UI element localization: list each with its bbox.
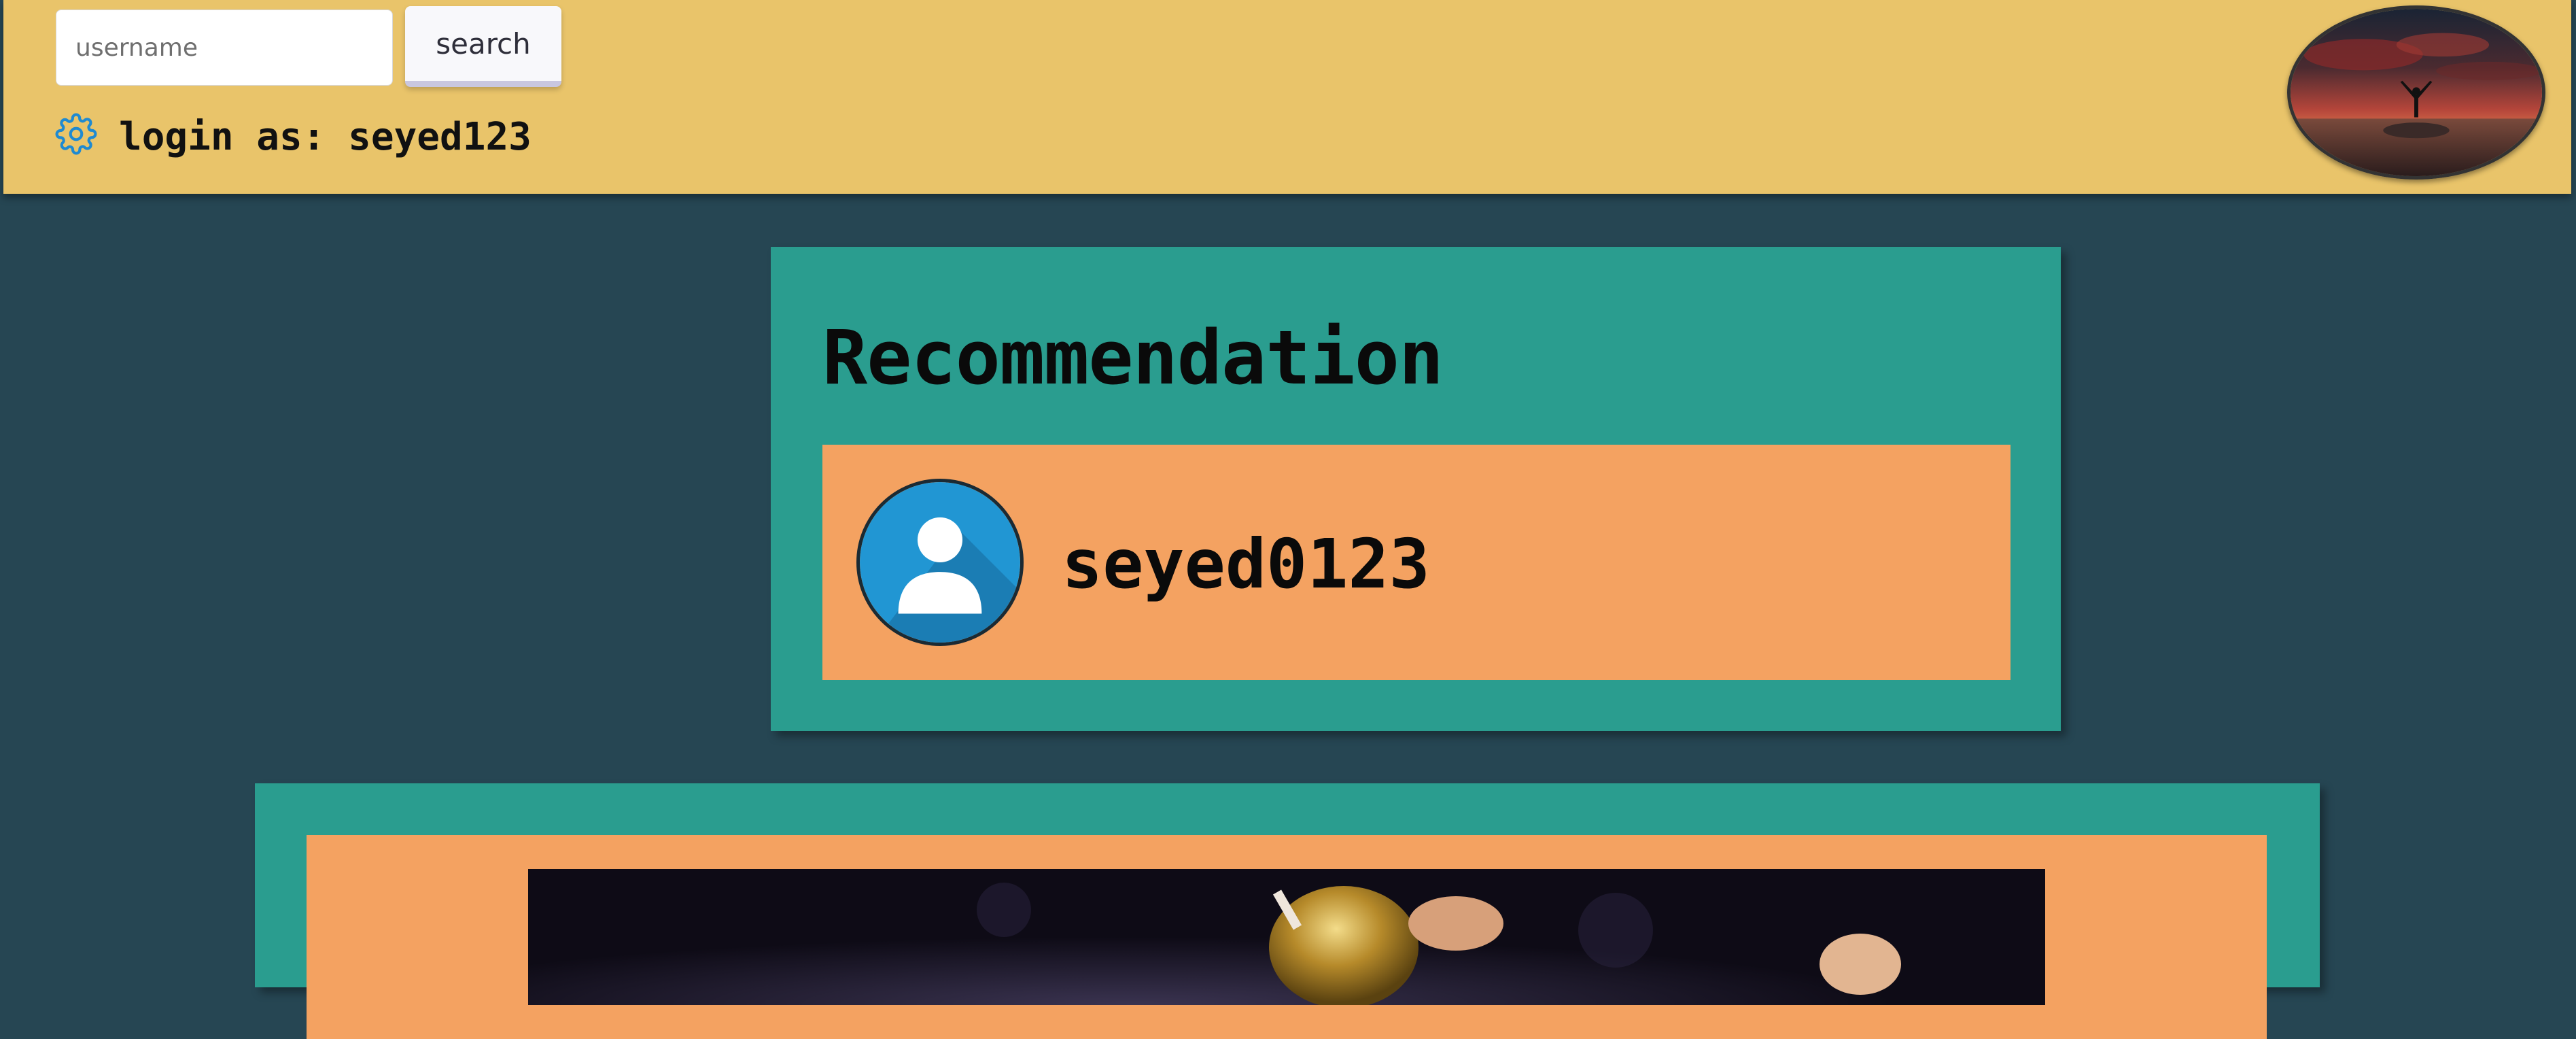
top-header: search login as: seyed123 [3,0,2571,194]
recommendation-card: Recommendation seyed0123 [771,247,2061,731]
search-input[interactable] [56,10,393,86]
profile-image[interactable] [2287,5,2545,180]
post-content [307,835,2267,1039]
post-card [255,783,2320,1039]
post-image[interactable] [528,869,2045,1005]
user-avatar-icon[interactable] [856,479,1024,646]
recommended-user-item[interactable]: seyed0123 [822,445,2011,680]
recommended-username[interactable]: seyed0123 [1062,525,1430,604]
gear-icon[interactable] [55,113,97,155]
recommendation-title: Recommendation [822,314,1444,401]
login-status-label: login as: seyed123 [119,115,532,159]
search-button[interactable]: search [405,6,561,87]
